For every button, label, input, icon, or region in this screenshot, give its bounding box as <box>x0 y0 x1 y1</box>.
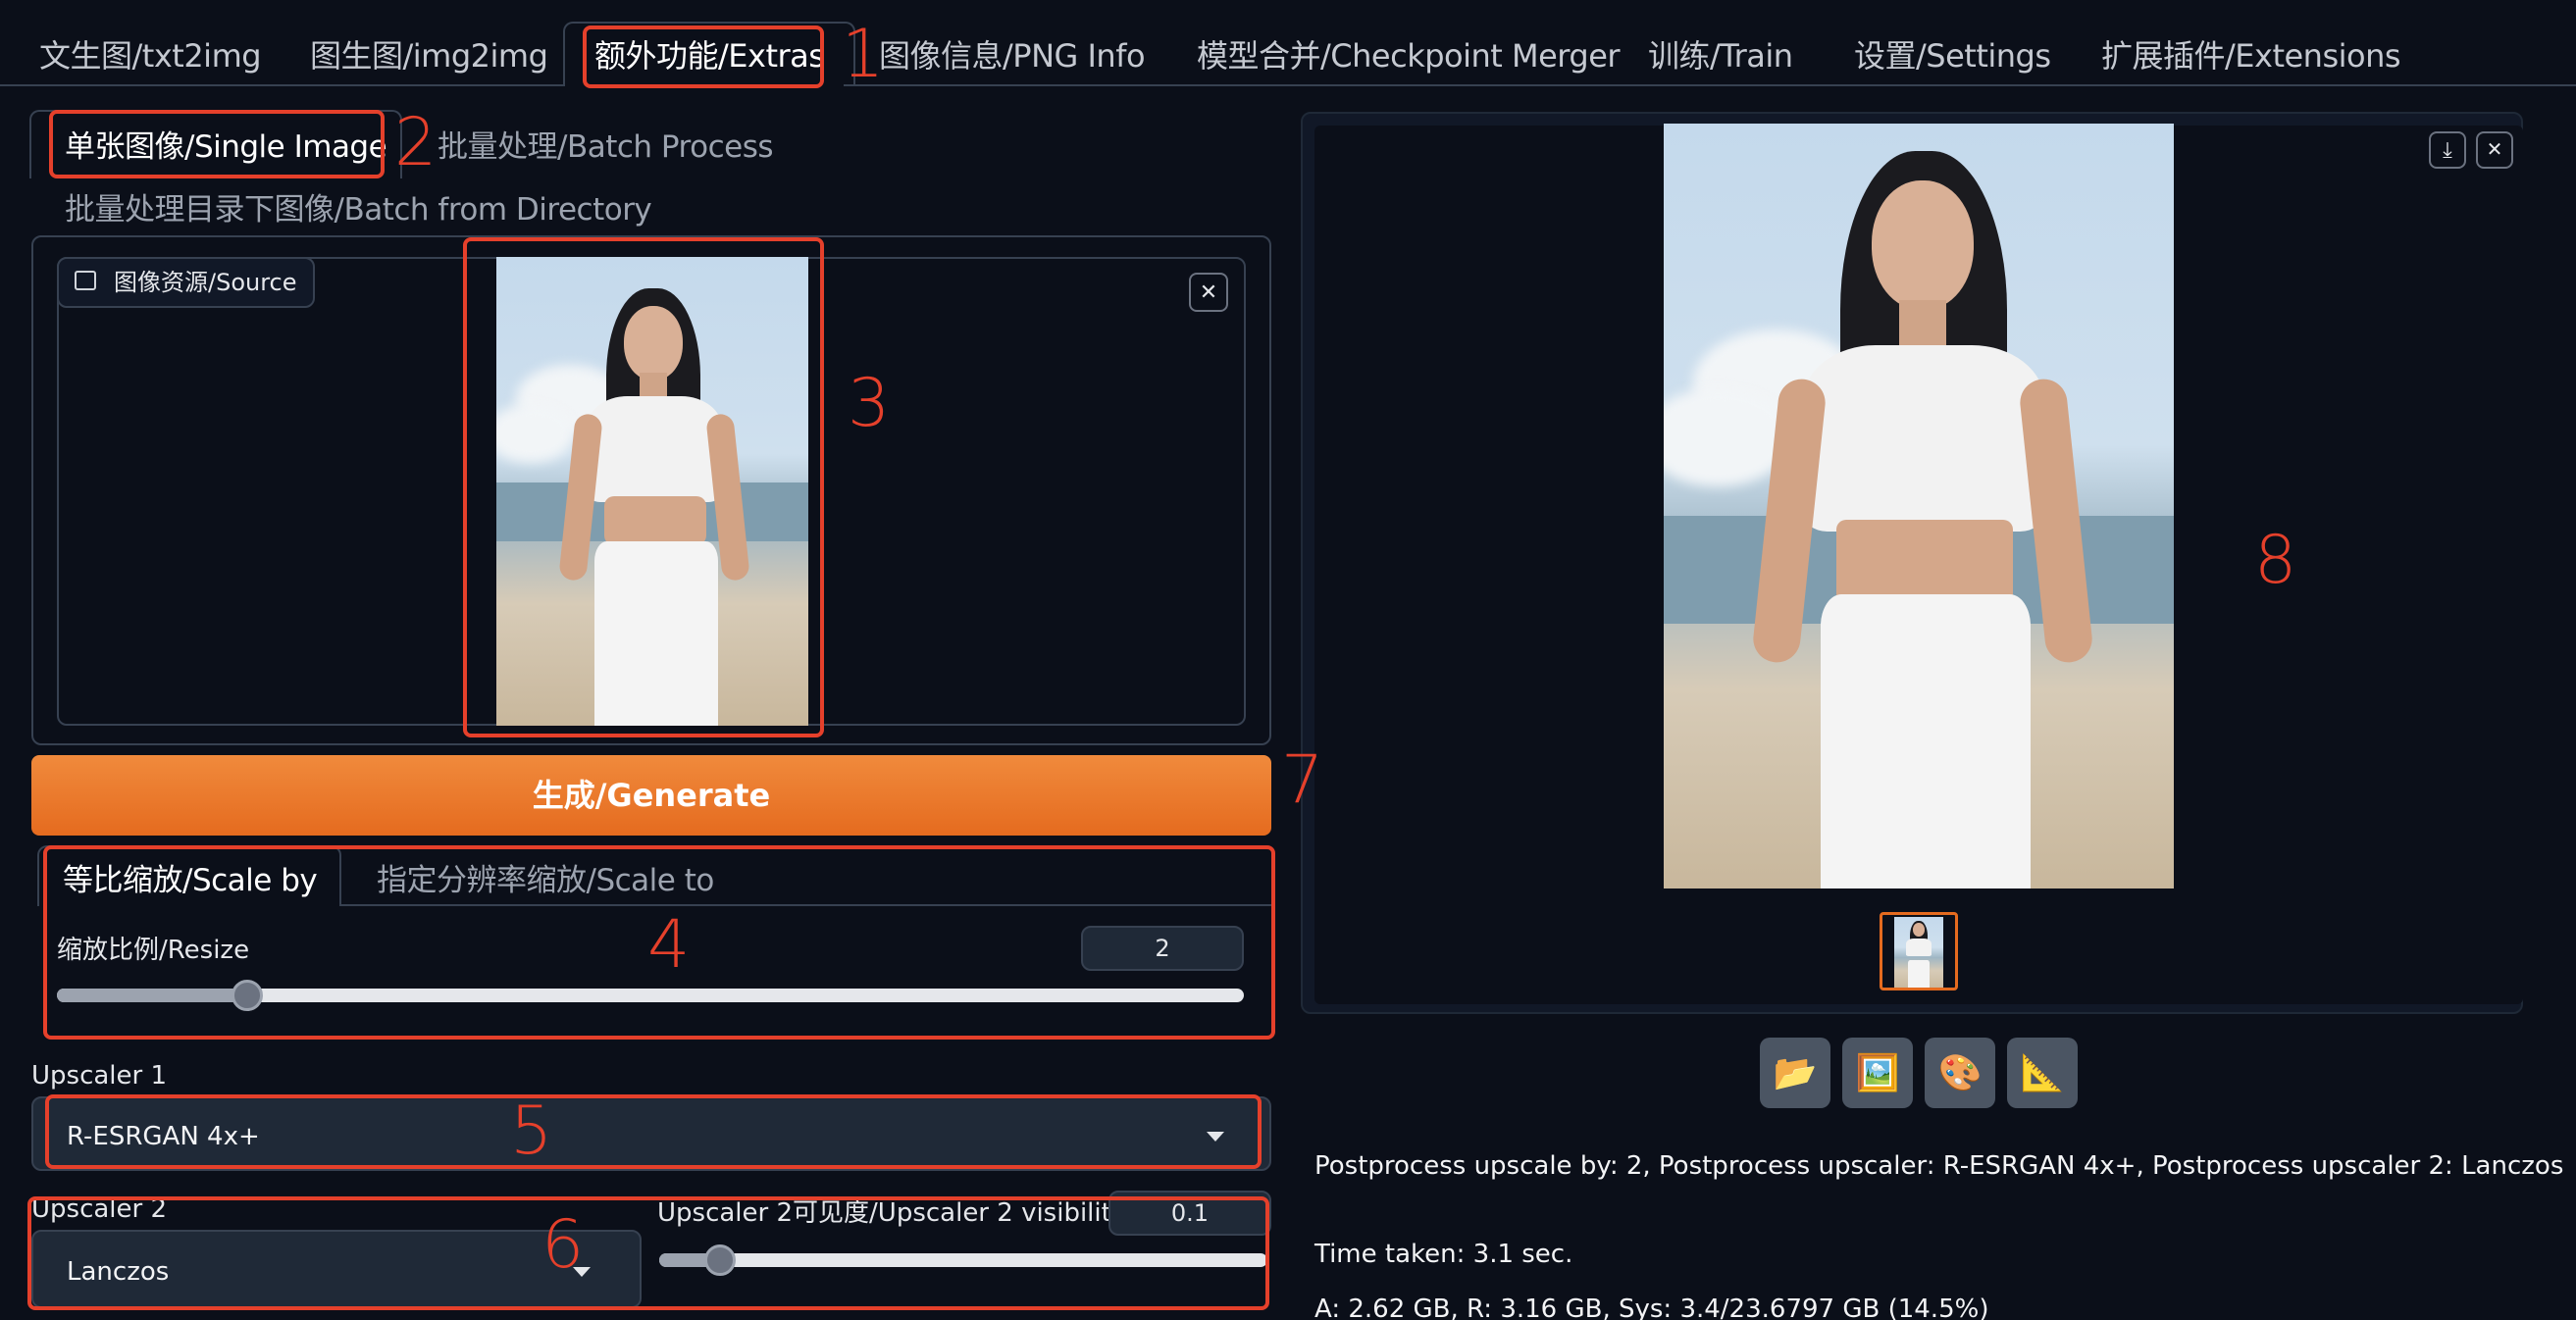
annotation-number-6: 6 <box>541 1206 585 1284</box>
tab-settings[interactable]: 设置/Settings <box>1854 27 2051 84</box>
close-icon: ✕ <box>1199 279 1218 304</box>
annotation-number-2: 2 <box>394 104 438 181</box>
send-to-inpaint-button[interactable]: 🎨 <box>1925 1038 1995 1108</box>
source-label-text: 图像资源/Source <box>114 269 297 296</box>
tab-train[interactable]: 训练/Train <box>1648 27 1793 84</box>
annotation-box-6 <box>27 1196 1269 1310</box>
tab-png-info[interactable]: 图像信息/PNG Info <box>879 27 1146 84</box>
tab-batch-from-directory[interactable]: 批量处理目录下图像/Batch from Directory <box>65 184 652 228</box>
image-icon <box>75 271 96 290</box>
send-to-img2img-button[interactable]: 🖼️ <box>1842 1038 1913 1108</box>
tab-divider <box>0 84 563 86</box>
time-taken-text: Time taken: 3.1 sec. <box>1314 1240 1573 1269</box>
annotation-number-4: 4 <box>647 906 691 984</box>
annotation-number-5: 5 <box>510 1092 553 1170</box>
close-icon: ✕ <box>2486 139 2503 161</box>
generation-params-text: Postprocess upscale by: 2, Postprocess u… <box>1314 1151 2564 1181</box>
generate-button[interactable]: 生成/Generate <box>31 755 1271 836</box>
ruler-icon: 📐 <box>2020 1052 2065 1092</box>
tab-batch-process[interactable]: 批量处理/Batch Process <box>438 122 774 166</box>
send-to-extras-button[interactable]: 📐 <box>2007 1038 2078 1108</box>
annotation-box-5 <box>45 1094 1262 1169</box>
annotation-box-1 <box>583 25 824 88</box>
clear-source-button[interactable]: ✕ <box>1189 273 1228 312</box>
annotation-number-7: 7 <box>1281 741 1324 819</box>
output-thumbnail[interactable] <box>1880 912 1958 990</box>
source-label: 图像资源/Source <box>57 257 315 308</box>
annotation-number-8: 8 <box>2254 522 2297 599</box>
open-folder-button[interactable]: 📂 <box>1760 1038 1830 1108</box>
annotation-box-3 <box>463 237 824 737</box>
tab-divider <box>844 84 2576 86</box>
annotation-number-3: 3 <box>848 365 891 442</box>
close-output-button[interactable]: ✕ <box>2476 131 2513 169</box>
tab-txt2img[interactable]: 文生图/txt2img <box>39 27 262 84</box>
folder-icon: 📂 <box>1773 1052 1818 1092</box>
memory-usage-text: A: 2.62 GB, R: 3.16 GB, Sys: 3.4/23.6797… <box>1314 1295 1989 1320</box>
tab-checkpoint-merger[interactable]: 模型合并/Checkpoint Merger <box>1197 27 1621 84</box>
upscaler1-label: Upscaler 1 <box>31 1061 168 1091</box>
download-icon: ⤓ <box>2443 137 2452 162</box>
download-button[interactable]: ⤓ <box>2429 131 2466 169</box>
annotation-number-1: 1 <box>842 16 885 93</box>
output-image <box>1664 124 2174 888</box>
picture-icon: 🖼️ <box>1855 1052 1900 1092</box>
palette-icon: 🎨 <box>1937 1052 1983 1092</box>
annotation-box-2 <box>49 110 385 178</box>
tab-img2img[interactable]: 图生图/img2img <box>310 27 548 84</box>
tab-extensions[interactable]: 扩展插件/Extensions <box>2101 27 2401 84</box>
